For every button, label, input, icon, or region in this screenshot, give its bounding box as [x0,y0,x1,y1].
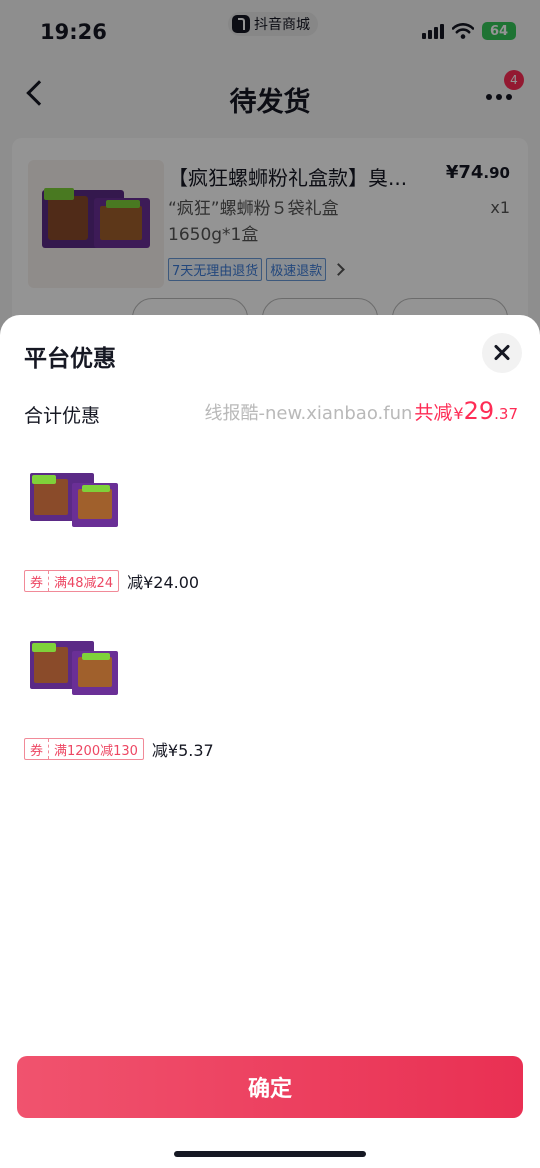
sheet-title: 平台优惠 [24,346,116,372]
coupon-amount: 减¥5.37 [151,741,214,760]
confirm-button[interactable]: 确定 [17,1056,523,1118]
discount-sheet: 平台优惠 合计优惠 线报酷-new.xianbao.fun 共减 ¥ 29 .3… [0,315,540,1168]
coupon-item [24,465,124,531]
close-button[interactable] [482,333,522,373]
coupon-info: 券 满1200减130 减¥5.37 [24,737,214,761]
coupon-tag: 券 满1200减130 [24,738,144,760]
product-image [24,633,124,699]
coupon-tag: 券 满48减24 [24,570,120,592]
total-discount-value: 线报酷-new.xianbao.fun 共减 ¥ 29 .37 [204,397,519,425]
coupon-info: 券 满48减24 减¥24.00 [24,569,199,593]
total-discount-row: 合计优惠 线报酷-new.xianbao.fun 共减 ¥ 29 .37 [24,397,518,427]
product-image [24,465,124,531]
coupon-item [24,633,124,699]
home-indicator[interactable] [174,1151,366,1157]
coupon-amount: 减¥24.00 [127,573,200,592]
watermark-text: 线报酷-new.xianbao.fun [204,403,413,424]
total-discount-label: 合计优惠 [24,405,101,427]
